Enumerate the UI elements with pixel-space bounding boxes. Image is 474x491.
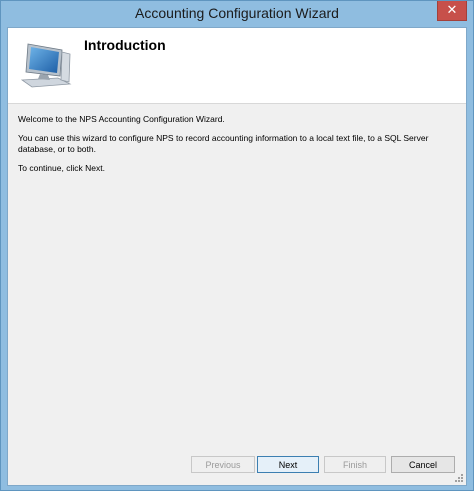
wizard-header: Introduction — [8, 28, 466, 104]
next-button[interactable]: Next — [257, 456, 319, 473]
computer-monitor-icon — [20, 43, 72, 88]
window-title: Accounting Configuration Wizard — [135, 5, 339, 21]
description-text: You can use this wizard to configure NPS… — [18, 133, 429, 154]
previous-button[interactable]: Previous — [191, 456, 255, 473]
wizard-window: Accounting Configuration Wizard ✕ Introd… — [0, 0, 474, 491]
close-button[interactable]: ✕ — [437, 1, 467, 21]
wizard-body: Welcome to the NPS Accounting Configurat… — [18, 114, 458, 182]
resize-grip-icon[interactable] — [454, 473, 464, 483]
instruction-text: To continue, click Next. — [18, 163, 105, 173]
close-icon: ✕ — [446, 3, 458, 18]
cancel-button[interactable]: Cancel — [391, 456, 455, 473]
title-bar[interactable]: Accounting Configuration Wizard ✕ — [1, 1, 473, 27]
page-title: Introduction — [84, 37, 166, 53]
wizard-client-area: Introduction Welcome to the NPS Accounti… — [7, 27, 467, 486]
finish-button[interactable]: Finish — [324, 456, 386, 473]
welcome-text: Welcome to the NPS Accounting Configurat… — [18, 114, 225, 124]
